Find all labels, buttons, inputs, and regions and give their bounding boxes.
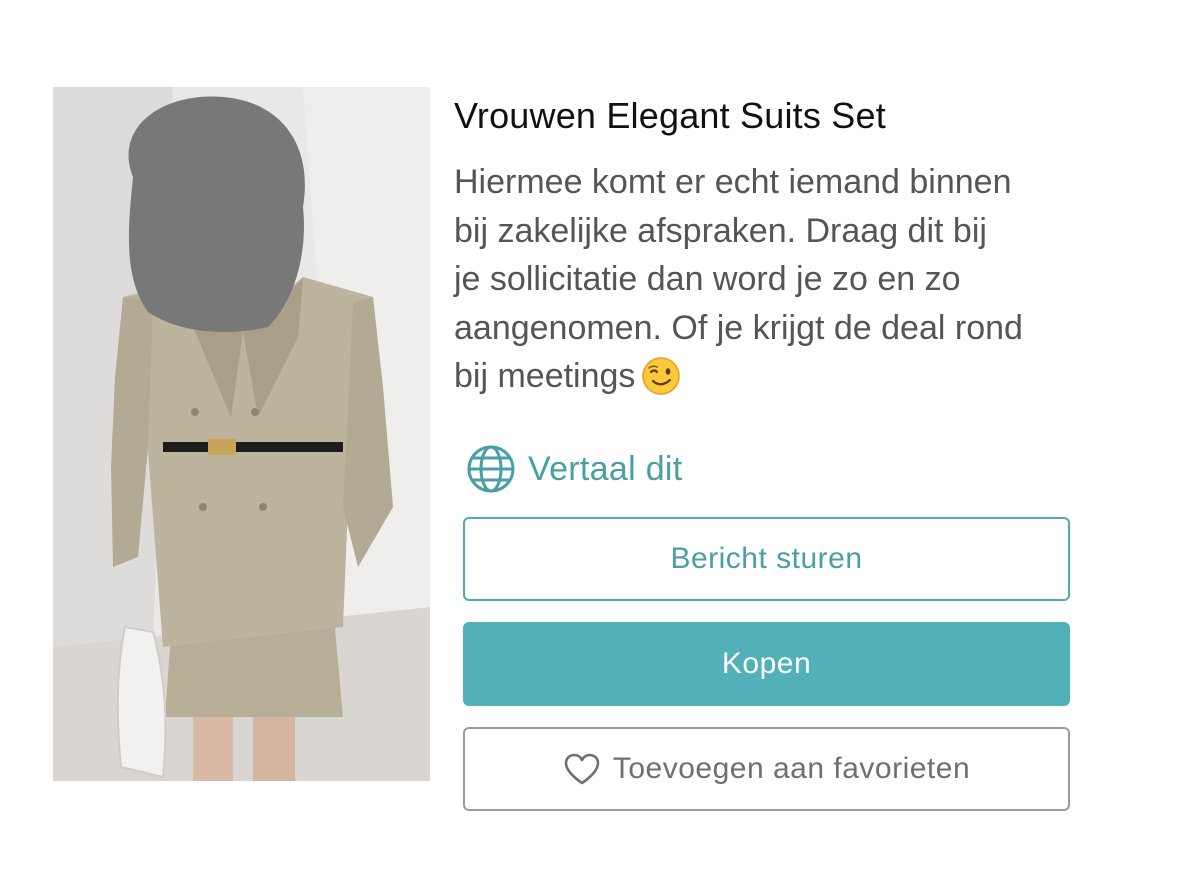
description-line-last: bij meetings bbox=[454, 352, 1144, 401]
description-line: bij meetings bbox=[454, 357, 636, 395]
translate-label: Vertaal dit bbox=[528, 449, 683, 488]
description-line: Hiermee komt er echt iemand binnen bbox=[454, 163, 1012, 201]
description-line: je sollicitatie dan word je zo en zo bbox=[454, 260, 961, 298]
product-photo[interactable] bbox=[53, 87, 430, 781]
add-to-favorites-label: Toevoegen aan favorieten bbox=[612, 752, 971, 785]
product-title: Vrouwen Elegant Suits Set bbox=[454, 95, 886, 136]
send-message-label: Bericht sturen bbox=[670, 542, 863, 575]
globe-icon bbox=[466, 444, 516, 494]
product-photo-image bbox=[53, 87, 430, 781]
buy-label: Kopen bbox=[721, 647, 812, 680]
winking-face-emoji-icon bbox=[641, 356, 681, 396]
add-to-favorites-button[interactable]: Toevoegen aan favorieten bbox=[463, 727, 1070, 811]
buy-button[interactable]: Kopen bbox=[463, 622, 1070, 706]
description-line: aangenomen. Of je krijgt de deal rond bbox=[454, 308, 1023, 347]
heart-outline-icon bbox=[563, 752, 601, 786]
description-line: bij zakelijke afspraken. Draag dit bij bbox=[454, 211, 987, 250]
product-description: Hiermee komt er echt iemand binnen bij z… bbox=[454, 158, 1144, 401]
send-message-button[interactable]: Bericht sturen bbox=[463, 517, 1070, 601]
translate-link[interactable]: Vertaal dit bbox=[466, 444, 683, 494]
